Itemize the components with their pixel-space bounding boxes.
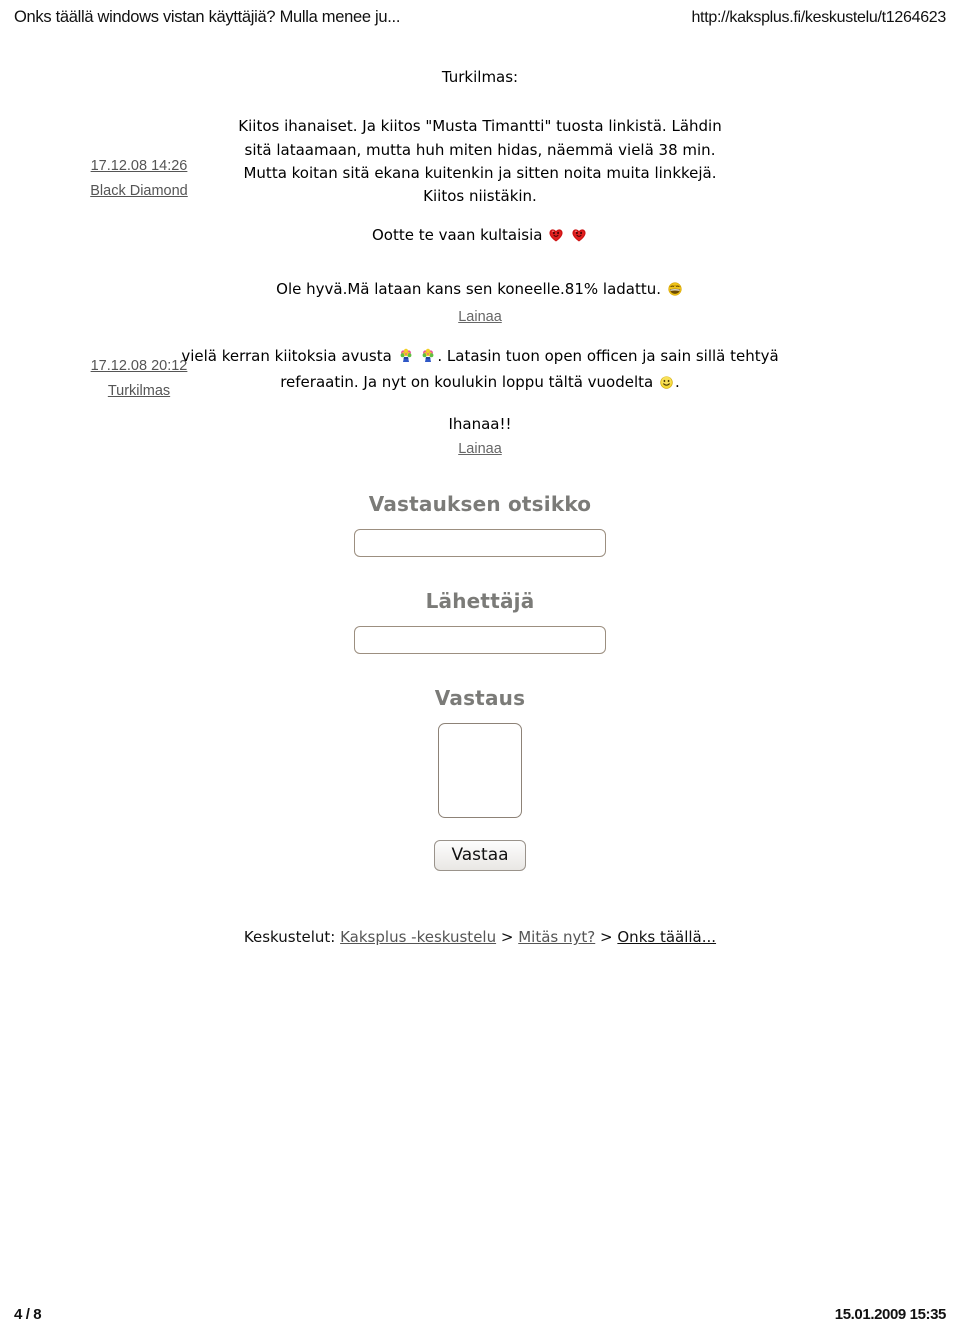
post: 17.12.08 20:12 Turkilmas Ole hyvä.Mä lat… [0,256,960,457]
grin-face-icon [667,281,683,304]
bouquet-icon [420,348,436,371]
smiley-icon [659,374,674,397]
print-timestamp: 15.01.2009 15:35 [834,1306,947,1323]
post-quoted-text: Ole hyvä.Mä lataan kans sen koneelle.81%… [276,280,662,298]
reply-message-label: Vastaus [434,686,526,710]
print-header-url: http://kaksplus.fi/keskustelu/t1264623 [691,9,946,26]
reply-sender-label: Lähettäjä [425,589,535,613]
breadcrumb-link-thread[interactable]: Onks täällä... [617,928,716,946]
breadcrumb-separator: > [500,928,514,946]
post: 17.12.08 14:26 Black Diamond Turkilmas: … [0,56,960,256]
breadcrumb-prefix: Keskustelut: [243,928,336,946]
post-timestamp-link[interactable]: 17.12.08 20:12 [91,354,188,379]
post-author-link[interactable]: Turkilmas [108,379,170,404]
post-paragraph: Kiitos ihanaiset. Ja kiitos "Musta Timan… [238,117,722,205]
bouquet-icon [398,348,414,371]
post-timestamp-link[interactable]: 17.12.08 14:26 [91,154,188,179]
page-number: 4 / 8 [14,1306,42,1323]
print-footer: 4 / 8 15.01.2009 15:35 [0,1306,960,1323]
post-body: Turkilmas: Kiitos ihanaiset. Ja kiitos "… [230,66,730,251]
quote-link-row: Lainaa [180,306,780,328]
post-paragraph-text-part: . [675,372,680,391]
post-paragraph-text-part: vielä kerran kiitoksia avusta [181,346,392,365]
reply-submit-button[interactable]: Vastaa [434,840,526,871]
post-author-link[interactable]: Black Diamond [90,179,188,204]
post-paragraph-text: Ootte te vaan kultaisia [371,226,543,245]
reply-form: Vastauksen otsikko Lähettäjä Vastaus Vas… [0,492,960,871]
post-paragraph: Ihanaa!! [448,415,512,434]
printed-forum-page: Onks täällä windows vistan käyttäjiä? Mu… [0,0,960,1335]
reply-sender-input[interactable] [354,626,606,654]
breadcrumb-link-section[interactable]: Mitäs nyt? [518,928,595,946]
heart-face-icon [548,227,564,250]
quote-link-row: Lainaa [180,438,780,460]
quoted-poster-name: Turkilmas: [441,68,519,86]
thread-container: 17.12.08 14:26 Black Diamond Turkilmas: … [0,56,960,457]
post-meta: 17.12.08 14:26 Black Diamond [44,154,234,205]
heart-face-icon [571,227,587,250]
print-header: Onks täällä windows vistan käyttäjiä? Mu… [0,8,960,27]
reply-subject-label: Vastauksen otsikko [368,492,592,516]
post-body: Ole hyvä.Mä lataan kans sen koneelle.81%… [180,278,780,461]
print-header-title: Onks täällä windows vistan käyttäjiä? Mu… [14,8,401,26]
post-paragraph-with-emoji: Ootte te vaan kultaisia [230,224,730,250]
reply-message-textarea[interactable] [438,723,522,818]
breadcrumb: Keskustelut: Kaksplus -keskustelu > Mitä… [0,928,960,946]
quote-link[interactable]: Lainaa [458,441,502,457]
reply-subject-input[interactable] [354,529,606,557]
quote-link[interactable]: Lainaa [458,309,502,325]
post-paragraph-with-emoji: vielä kerran kiitoksia avusta . Latasin … [180,345,780,398]
breadcrumb-link-forum[interactable]: Kaksplus -keskustelu [340,928,496,946]
breadcrumb-separator: > [600,928,613,946]
post-quoted-line: Ole hyvä.Mä lataan kans sen koneelle.81%… [180,278,780,304]
